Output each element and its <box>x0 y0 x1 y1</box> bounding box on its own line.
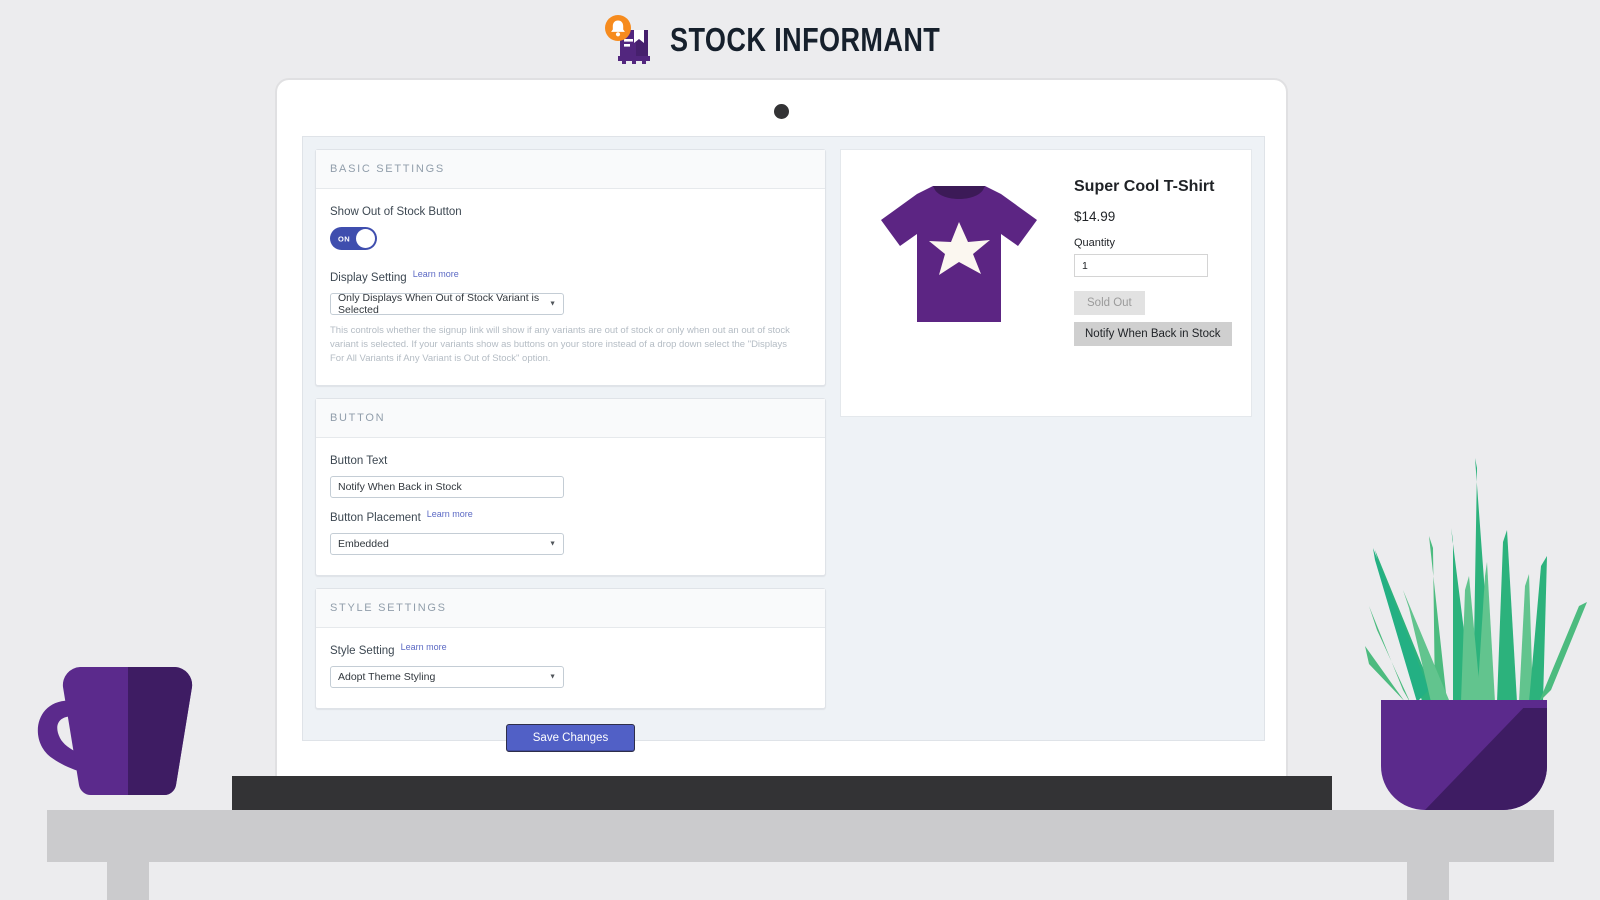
save-button-row: Save Changes <box>315 721 826 753</box>
save-changes-button[interactable]: Save Changes <box>505 724 636 753</box>
display-setting-select[interactable]: Only Displays When Out of Stock Variant … <box>330 292 564 316</box>
sold-out-button: Sold Out <box>1074 291 1145 315</box>
shelf-leg-right <box>1407 862 1449 900</box>
brand-logo <box>600 14 656 66</box>
coffee-mug <box>18 650 233 815</box>
shelf-leg-left <box>107 862 149 900</box>
display-setting-select-value: Only Displays When Out of Stock Variant … <box>338 292 540 316</box>
card-style-settings: STYLE SETTINGS Style Setting Learn more … <box>315 588 826 710</box>
quantity-label: Quantity <box>1074 237 1115 249</box>
card-basic-settings: BASIC SETTINGS Show Out of Stock Button … <box>315 149 826 387</box>
card-header-style-settings: STYLE SETTINGS <box>316 589 825 629</box>
button-text-label-text: Button Text <box>330 455 388 468</box>
show-out-of-stock-toggle[interactable]: ON <box>330 227 377 250</box>
product-title: Super Cool T-Shirt <box>1074 178 1215 195</box>
button-text-input[interactable]: Notify When Back in Stock <box>330 476 564 499</box>
card-body-basic-settings: Show Out of Stock Button ON Display Sett… <box>316 189 825 385</box>
display-setting-help-text: This controls whether the signup link wi… <box>330 325 790 364</box>
button-placement-select[interactable]: Embedded ▼ <box>330 533 564 556</box>
button-text-label: Button Text <box>330 455 811 467</box>
card-header-button: BUTTON <box>316 399 825 439</box>
quantity-input[interactable]: 1 <box>1074 254 1208 277</box>
display-setting-label: Display Setting Learn more <box>330 269 811 284</box>
potted-plant <box>1325 440 1600 815</box>
chevron-down-icon: ▼ <box>549 673 556 681</box>
button-placement-select-value: Embedded <box>338 538 389 551</box>
preview-column: Super Cool T-Shirt $14.99 Quantity 1 Sol… <box>840 149 1252 728</box>
card-body-style-settings: Style Setting Learn more Adopt Theme Sty… <box>316 628 825 708</box>
notify-when-back-in-stock-button[interactable]: Notify When Back in Stock <box>1074 322 1232 346</box>
display-setting-learn-more-link[interactable]: Learn more <box>413 269 459 279</box>
laptop-lid: BASIC SETTINGS Show Out of Stock Button … <box>275 78 1288 812</box>
logo-svg <box>605 15 651 64</box>
button-placement-learn-more-link[interactable]: Learn more <box>427 509 473 519</box>
button-placement-label-text: Button Placement <box>330 512 421 525</box>
display-setting-label-text: Display Setting <box>330 272 407 284</box>
card-button: BUTTON Button Text Notify When Back in S… <box>315 398 826 577</box>
laptop-screen: BASIC SETTINGS Show Out of Stock Button … <box>302 136 1265 812</box>
style-setting-select[interactable]: Adopt Theme Styling ▼ <box>330 666 564 689</box>
brand-title: STOCK INFORMANT <box>670 21 941 58</box>
quantity-input-value: 1 <box>1082 259 1088 272</box>
product-preview-panel: Super Cool T-Shirt $14.99 Quantity 1 Sol… <box>840 149 1252 417</box>
shelf <box>47 810 1554 862</box>
card-header-basic-settings: BASIC SETTINGS <box>316 150 825 189</box>
chevron-down-icon: ▼ <box>549 540 556 548</box>
settings-column: BASIC SETTINGS Show Out of Stock Button … <box>315 149 826 753</box>
style-setting-learn-more-link[interactable]: Learn more <box>401 642 447 652</box>
chevron-down-icon: ▼ <box>549 300 556 308</box>
product-info: Super Cool T-Shirt $14.99 Quantity 1 Sol… <box>1074 168 1232 346</box>
product-image <box>851 168 1066 334</box>
card-body-button: Button Text Notify When Back in Stock Bu… <box>316 438 825 575</box>
tshirt-icon <box>880 186 1037 322</box>
plant-icon <box>1365 458 1587 810</box>
style-setting-select-value: Adopt Theme Styling <box>338 671 436 684</box>
button-placement-label: Button Placement Learn more <box>330 509 811 525</box>
webcam-dot <box>774 104 789 119</box>
toggle-knob <box>356 229 375 248</box>
app-window: BASIC SETTINGS Show Out of Stock Button … <box>302 136 1265 753</box>
style-setting-label-text: Style Setting <box>330 645 395 658</box>
toggle-state-text: ON <box>338 234 351 243</box>
product-price: $14.99 <box>1074 209 1116 224</box>
show-out-of-stock-label: Show Out of Stock Button <box>330 206 811 218</box>
show-out-of-stock-label-text: Show Out of Stock Button <box>330 206 462 218</box>
style-setting-label: Style Setting Learn more <box>330 642 811 658</box>
mug-icon <box>37 667 193 796</box>
laptop-base <box>232 776 1332 810</box>
brand-header: STOCK INFORMANT <box>0 0 1600 80</box>
button-text-input-value: Notify When Back in Stock <box>338 481 462 494</box>
